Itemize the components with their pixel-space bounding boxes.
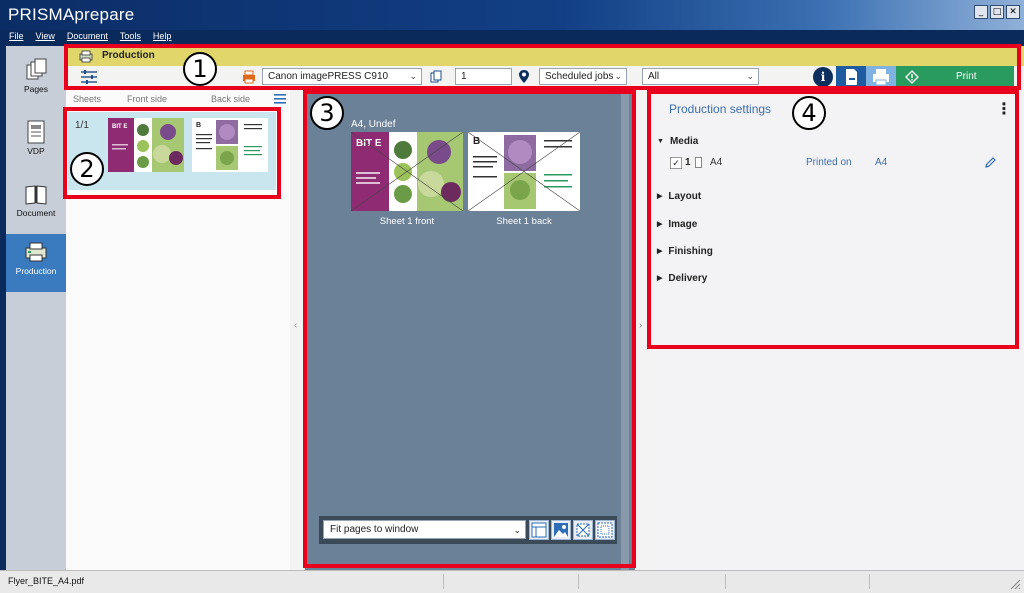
- callout-number-4: 4: [792, 96, 826, 130]
- status-bar: Flyer_BITE_A4.pdf: [0, 570, 1024, 593]
- callout-number-1: 1: [183, 52, 217, 86]
- vdp-icon: [27, 120, 45, 144]
- nav-item-pages[interactable]: Pages: [6, 52, 66, 110]
- list-view-icon[interactable]: [274, 94, 286, 104]
- status-divider: [578, 574, 579, 589]
- pages-icon: [26, 58, 47, 80]
- column-front-side[interactable]: Front side: [127, 94, 167, 104]
- callout-box-2: [63, 107, 281, 199]
- collapse-left-icon[interactable]: ‹: [294, 320, 297, 331]
- document-icon: [25, 185, 47, 205]
- status-divider: [869, 574, 870, 589]
- app-title: PRISMAprepare: [8, 5, 135, 24]
- nav-label-production: Production: [15, 266, 57, 276]
- nav-item-production[interactable]: Production: [6, 234, 66, 292]
- menu-view[interactable]: View: [36, 30, 55, 43]
- minimize-button[interactable]: _: [974, 5, 988, 19]
- callout-box-4: [647, 90, 1019, 349]
- column-sheets[interactable]: Sheets: [73, 94, 101, 104]
- menu-bar: File View Document Tools Help: [0, 30, 1024, 43]
- callout-number-3: 3: [310, 96, 344, 130]
- status-divider: [725, 574, 726, 589]
- menu-file[interactable]: File: [9, 30, 24, 43]
- production-icon: [25, 242, 47, 262]
- callout-number-2: 2: [70, 152, 104, 186]
- sheets-header: Sheets Front side Back side: [66, 88, 290, 108]
- nav-label-vdp: VDP: [27, 146, 45, 156]
- column-back-side[interactable]: Back side: [211, 94, 250, 104]
- nav-item-vdp[interactable]: VDP: [6, 114, 66, 172]
- status-divider: [443, 574, 444, 589]
- menu-tools[interactable]: Tools: [120, 30, 141, 43]
- callout-box-3: [303, 90, 636, 568]
- nav-label-pages: Pages: [23, 84, 49, 94]
- status-filename: Flyer_BITE_A4.pdf: [8, 576, 85, 586]
- menu-document[interactable]: Document: [67, 30, 108, 43]
- maximize-button[interactable]: □: [990, 5, 1004, 19]
- title-bar: PRISMAprepare _ □ ✕: [0, 0, 1024, 30]
- nav-label-document: Document: [16, 208, 56, 218]
- resize-grip-icon[interactable]: [1009, 578, 1021, 590]
- menu-help[interactable]: Help: [153, 30, 172, 43]
- collapse-right-icon[interactable]: ›: [639, 320, 642, 331]
- nav-item-document[interactable]: Document: [6, 176, 66, 234]
- left-nav: Pages VDP Document Production: [6, 46, 66, 570]
- window-controls: _ □ ✕: [974, 5, 1020, 19]
- close-button[interactable]: ✕: [1006, 5, 1020, 19]
